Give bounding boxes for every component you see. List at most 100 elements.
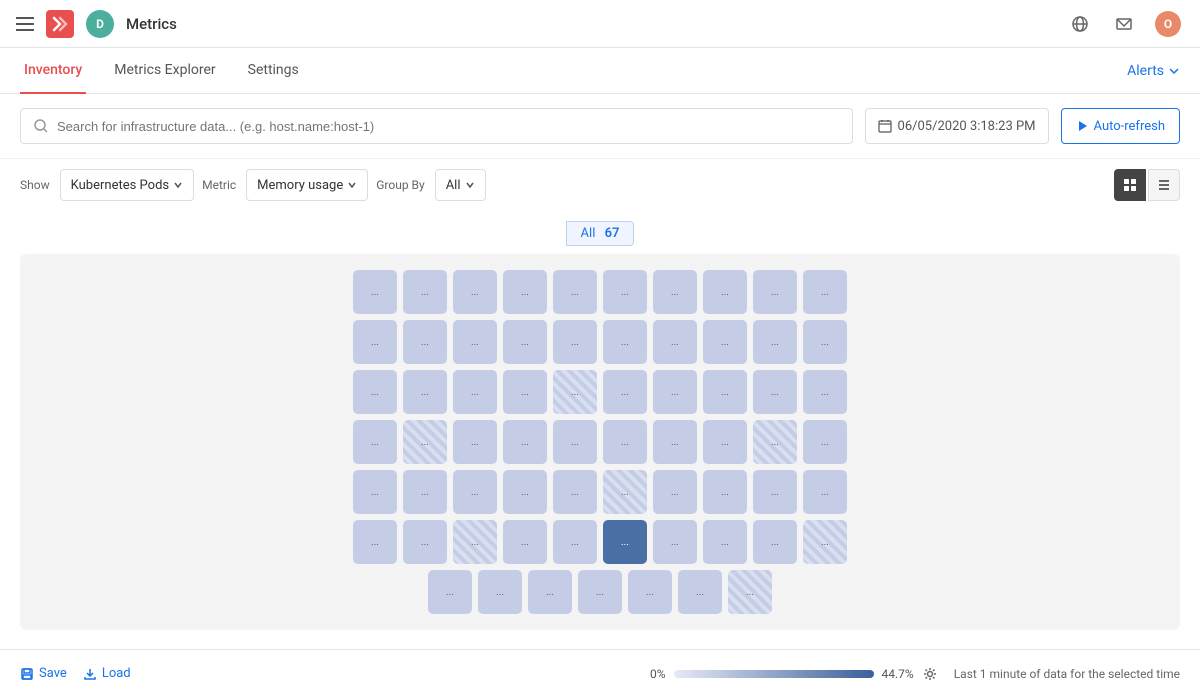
tile[interactable]: ... [653,520,697,564]
view-toggle [1114,169,1180,201]
tile[interactable]: ... [703,420,747,464]
tile[interactable]: ... [353,420,397,464]
tile[interactable]: ... [453,320,497,364]
tile[interactable]: ... [453,520,497,564]
search-box[interactable] [20,108,853,144]
list-view-button[interactable] [1148,169,1180,201]
load-button[interactable]: Load [83,666,131,681]
tile[interactable]: ... [703,470,747,514]
tile[interactable]: ... [803,420,847,464]
tile[interactable]: ... [553,470,597,514]
tile[interactable]: ... [753,470,797,514]
legend-max: 44.7% [882,667,914,681]
tile[interactable]: ... [553,520,597,564]
page-title: Metrics [126,15,177,33]
tile[interactable]: ... [653,370,697,414]
tile[interactable]: ... [753,320,797,364]
tile[interactable]: ... [753,420,797,464]
tile[interactable]: ... [703,270,747,314]
tile[interactable]: ... [703,370,747,414]
alerts-button[interactable]: Alerts [1127,63,1180,79]
tile[interactable]: ... [703,320,747,364]
tile[interactable]: ... [453,470,497,514]
settings-icon[interactable] [922,666,938,682]
tile[interactable]: ... [503,420,547,464]
tile[interactable]: ... [603,370,647,414]
tile[interactable]: ... [503,320,547,364]
tile[interactable]: ... [753,520,797,564]
tile[interactable]: ... [803,470,847,514]
tile[interactable]: ... [503,470,547,514]
hamburger-button[interactable] [16,17,34,31]
chevron-down-icon [173,180,183,190]
tile[interactable]: ... [653,270,697,314]
avatar[interactable]: D [86,10,114,38]
search-input[interactable] [57,119,840,134]
tile[interactable]: ... [353,470,397,514]
tile[interactable]: ... [403,420,447,464]
tile[interactable]: ... [353,370,397,414]
tile[interactable]: ... [453,420,497,464]
tab-settings[interactable]: Settings [244,48,303,94]
show-select[interactable]: Kubernetes Pods [60,169,195,201]
legend-gradient [674,670,874,678]
tile[interactable]: ... [553,420,597,464]
legend-min: 0% [650,667,666,681]
tile[interactable]: ... [403,370,447,414]
tile[interactable]: ... [653,320,697,364]
tile[interactable]: ... [453,370,497,414]
tile[interactable]: ... [803,520,847,564]
tile[interactable]: ... [553,320,597,364]
tile[interactable]: ... [503,270,547,314]
mail-icon[interactable] [1108,8,1140,40]
tile[interactable]: ... [528,570,572,614]
tile[interactable]: ... [503,370,547,414]
tile[interactable]: ... [428,570,472,614]
tile[interactable]: ... [603,520,647,564]
tile[interactable]: ... [403,520,447,564]
topbar: D Metrics O [0,0,1200,48]
grid-view-button[interactable] [1114,169,1146,201]
groupby-select[interactable]: All [435,169,486,201]
tile[interactable]: ... [653,470,697,514]
tile[interactable]: ... [603,420,647,464]
chevron-down-icon [465,180,475,190]
tile[interactable]: ... [503,520,547,564]
tile[interactable]: ... [603,320,647,364]
tile[interactable]: ... [353,320,397,364]
tile[interactable]: ... [678,570,722,614]
tile[interactable]: ... [803,320,847,364]
tile[interactable]: ... [353,520,397,564]
tile[interactable]: ... [728,570,772,614]
metric-label: Metric [202,178,236,192]
nav-tabs: Inventory Metrics Explorer Settings Aler… [0,48,1200,94]
tile[interactable]: ... [753,270,797,314]
tile[interactable]: ... [353,270,397,314]
user-icon[interactable]: O [1152,8,1184,40]
auto-refresh-button[interactable]: Auto-refresh [1061,108,1180,144]
tile[interactable]: ... [603,470,647,514]
tile[interactable]: ... [603,270,647,314]
tile[interactable]: ... [628,570,672,614]
status-text: Last 1 minute of data for the selected t… [954,667,1180,681]
group-tab-all[interactable]: All 67 [566,221,635,246]
datetime-picker[interactable]: 06/05/2020 3:18:23 PM [865,108,1049,144]
tile[interactable]: ... [403,470,447,514]
tile[interactable]: ... [803,270,847,314]
tile[interactable]: ... [478,570,522,614]
tile[interactable]: ... [403,270,447,314]
tile[interactable]: ... [578,570,622,614]
tab-inventory[interactable]: Inventory [20,48,86,94]
tile[interactable]: ... [553,370,597,414]
globe-icon[interactable] [1064,8,1096,40]
tile[interactable]: ... [803,370,847,414]
tile[interactable]: ... [553,270,597,314]
tile[interactable]: ... [703,520,747,564]
tile[interactable]: ... [453,270,497,314]
save-button[interactable]: Save [20,666,67,681]
metric-select[interactable]: Memory usage [246,169,368,201]
tile[interactable]: ... [403,320,447,364]
tile[interactable]: ... [653,420,697,464]
tab-metrics-explorer[interactable]: Metrics Explorer [110,48,219,94]
tile[interactable]: ... [753,370,797,414]
